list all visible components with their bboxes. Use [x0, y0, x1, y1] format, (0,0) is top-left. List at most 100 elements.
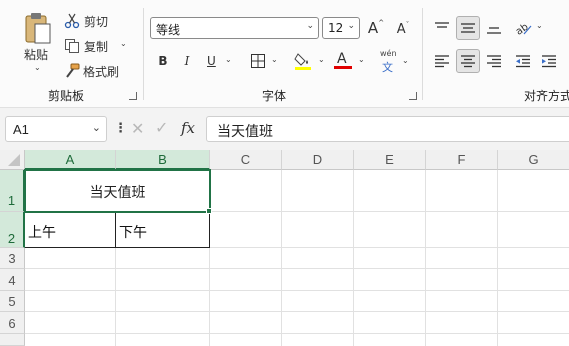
column-header-g[interactable]: G — [498, 150, 569, 170]
font-name-value: 等线 — [156, 23, 181, 37]
formula-input[interactable]: 当天值班 — [206, 116, 569, 142]
font-color-swatch — [334, 66, 352, 69]
copy-icon — [65, 39, 79, 53]
format-painter-icon — [66, 63, 80, 78]
select-all-corner[interactable] — [0, 150, 25, 170]
paste-label: 粘贴 — [24, 48, 49, 62]
borders-icon — [251, 54, 265, 68]
fill-color-dropdown-icon[interactable]: ⌄ — [318, 55, 325, 64]
gridline — [281, 170, 282, 346]
gridline — [25, 268, 569, 269]
cell-a2[interactable]: 上午 — [28, 222, 56, 242]
font-group-label: 字体 — [262, 89, 287, 103]
formula-content: 当天值班 — [217, 124, 273, 140]
insert-function-button[interactable]: fx — [181, 119, 195, 137]
font-size-combobox[interactable]: 12 ⌄ — [322, 17, 360, 39]
align-center-icon — [461, 55, 475, 68]
down-caret-icon: ˇ — [405, 21, 410, 29]
font-name-combobox[interactable]: 等线 ⌄ — [150, 17, 319, 39]
font-color-dropdown-icon[interactable]: ⌄ — [358, 55, 365, 64]
orientation-icon: ab — [514, 22, 532, 36]
decrease-indent-button[interactable] — [512, 50, 534, 72]
cell-border-divider — [115, 212, 116, 248]
up-caret-icon: ^ — [378, 19, 385, 27]
paste-button[interactable]: 粘贴 ⌄ — [18, 10, 58, 76]
column-header-c[interactable]: C — [210, 150, 282, 170]
cell-b2[interactable]: 下午 — [119, 222, 147, 242]
orientation-button[interactable]: ab ⌄ — [512, 17, 546, 39]
row-header-1[interactable]: 1 — [0, 170, 25, 212]
align-right-button[interactable] — [483, 50, 505, 72]
name-box[interactable]: A1 ⌄ — [5, 116, 107, 142]
row-header-2[interactable]: 2 — [0, 212, 25, 248]
bold-icon: B — [158, 54, 168, 68]
align-left-button[interactable] — [431, 50, 453, 72]
decrease-font-size-button[interactable]: Aˇ — [393, 18, 413, 40]
bottom-align-button[interactable] — [483, 17, 505, 39]
fill-handle[interactable] — [206, 208, 212, 214]
format-painter-label: 格式刷 — [83, 64, 120, 79]
ribbon: 粘贴 ⌄ 剪切 复制 ⌄ 格式刷 剪贴板 等线 ⌄ 12 ⌄ A ^ A ˇ B… — [0, 0, 569, 108]
increase-indent-button[interactable] — [538, 50, 560, 72]
cell-a1-merged[interactable]: 当天值班 — [24, 169, 211, 213]
alignment-group-label: 对齐方式 — [524, 89, 569, 103]
column-header-d[interactable]: D — [282, 150, 354, 170]
cell-a1-text: 当天值班 — [89, 185, 146, 201]
gridline — [25, 333, 569, 334]
top-align-button[interactable] — [431, 17, 453, 39]
phonetic-dropdown-icon[interactable]: ⌄ — [402, 56, 409, 65]
gridline — [25, 290, 569, 291]
underline-icon: U — [207, 54, 216, 68]
column-header-a[interactable]: A — [25, 150, 116, 170]
align-center-button[interactable] — [456, 49, 480, 73]
select-all-triangle-icon — [8, 154, 20, 166]
cut-label: 剪切 — [84, 14, 109, 29]
copy-button[interactable]: 复制 ⌄ — [64, 36, 130, 56]
orientation-dropdown-icon[interactable]: ⌄ — [536, 21, 543, 30]
copy-label: 复制 — [84, 39, 109, 54]
row-header-6[interactable]: 6 — [0, 312, 25, 334]
gridline — [425, 170, 426, 346]
group-divider — [422, 8, 423, 100]
row-header-4[interactable]: 4 — [0, 269, 25, 291]
clipboard-dialog-launcher[interactable] — [129, 92, 137, 100]
chevron-down-icon: ⌄ — [306, 21, 314, 31]
name-box-value: A1 — [13, 122, 29, 137]
row-header-5[interactable]: 5 — [0, 291, 25, 312]
align-left-icon — [435, 55, 449, 68]
gridline — [497, 170, 498, 346]
cancel-icon[interactable]: ✕ — [131, 119, 144, 138]
italic-button[interactable]: I — [178, 51, 196, 71]
underline-button[interactable]: U ⌄ — [203, 51, 233, 71]
font-color-icon: A — [337, 50, 347, 67]
underline-dropdown-icon[interactable]: ⌄ — [225, 55, 232, 64]
clipboard-group-label: 剪贴板 — [48, 89, 85, 103]
gridline — [353, 170, 354, 346]
bold-button[interactable]: B — [154, 51, 172, 71]
scissors-icon — [64, 13, 80, 29]
column-header-f[interactable]: F — [426, 150, 498, 170]
enter-icon[interactable]: ✓ — [155, 118, 168, 137]
column-header-e[interactable]: E — [354, 150, 426, 170]
phonetic-top-label: wén — [380, 49, 397, 58]
copy-dropdown-icon[interactable]: ⌄ — [120, 39, 127, 48]
font-color-button[interactable]: A ⌄ — [333, 49, 369, 73]
paste-dropdown-icon[interactable]: ⌄ — [34, 63, 41, 72]
font-dialog-launcher[interactable] — [409, 92, 417, 100]
borders-dropdown-icon[interactable]: ⌄ — [271, 55, 278, 64]
column-header-b[interactable]: B — [116, 150, 210, 170]
row-header-3[interactable]: 3 — [0, 248, 25, 269]
borders-button[interactable]: ⌄ — [247, 51, 279, 71]
align-right-icon — [487, 55, 501, 68]
fill-color-button[interactable]: ⌄ — [292, 49, 328, 73]
row-header-7[interactable] — [0, 334, 25, 346]
more-options-icon[interactable]: ⋮ — [114, 121, 127, 136]
middle-align-button[interactable] — [456, 16, 480, 40]
italic-icon: I — [184, 54, 190, 68]
increase-font-size-button[interactable]: A ^ — [366, 17, 386, 39]
increase-indent-icon — [542, 55, 556, 68]
cut-button[interactable]: 剪切 — [64, 11, 116, 31]
chevron-down-icon[interactable]: ⌄ — [92, 121, 101, 134]
format-painter-button[interactable]: 格式刷 — [64, 61, 126, 81]
phonetic-guide-button[interactable]: wén 文 ⌄ — [376, 49, 412, 75]
